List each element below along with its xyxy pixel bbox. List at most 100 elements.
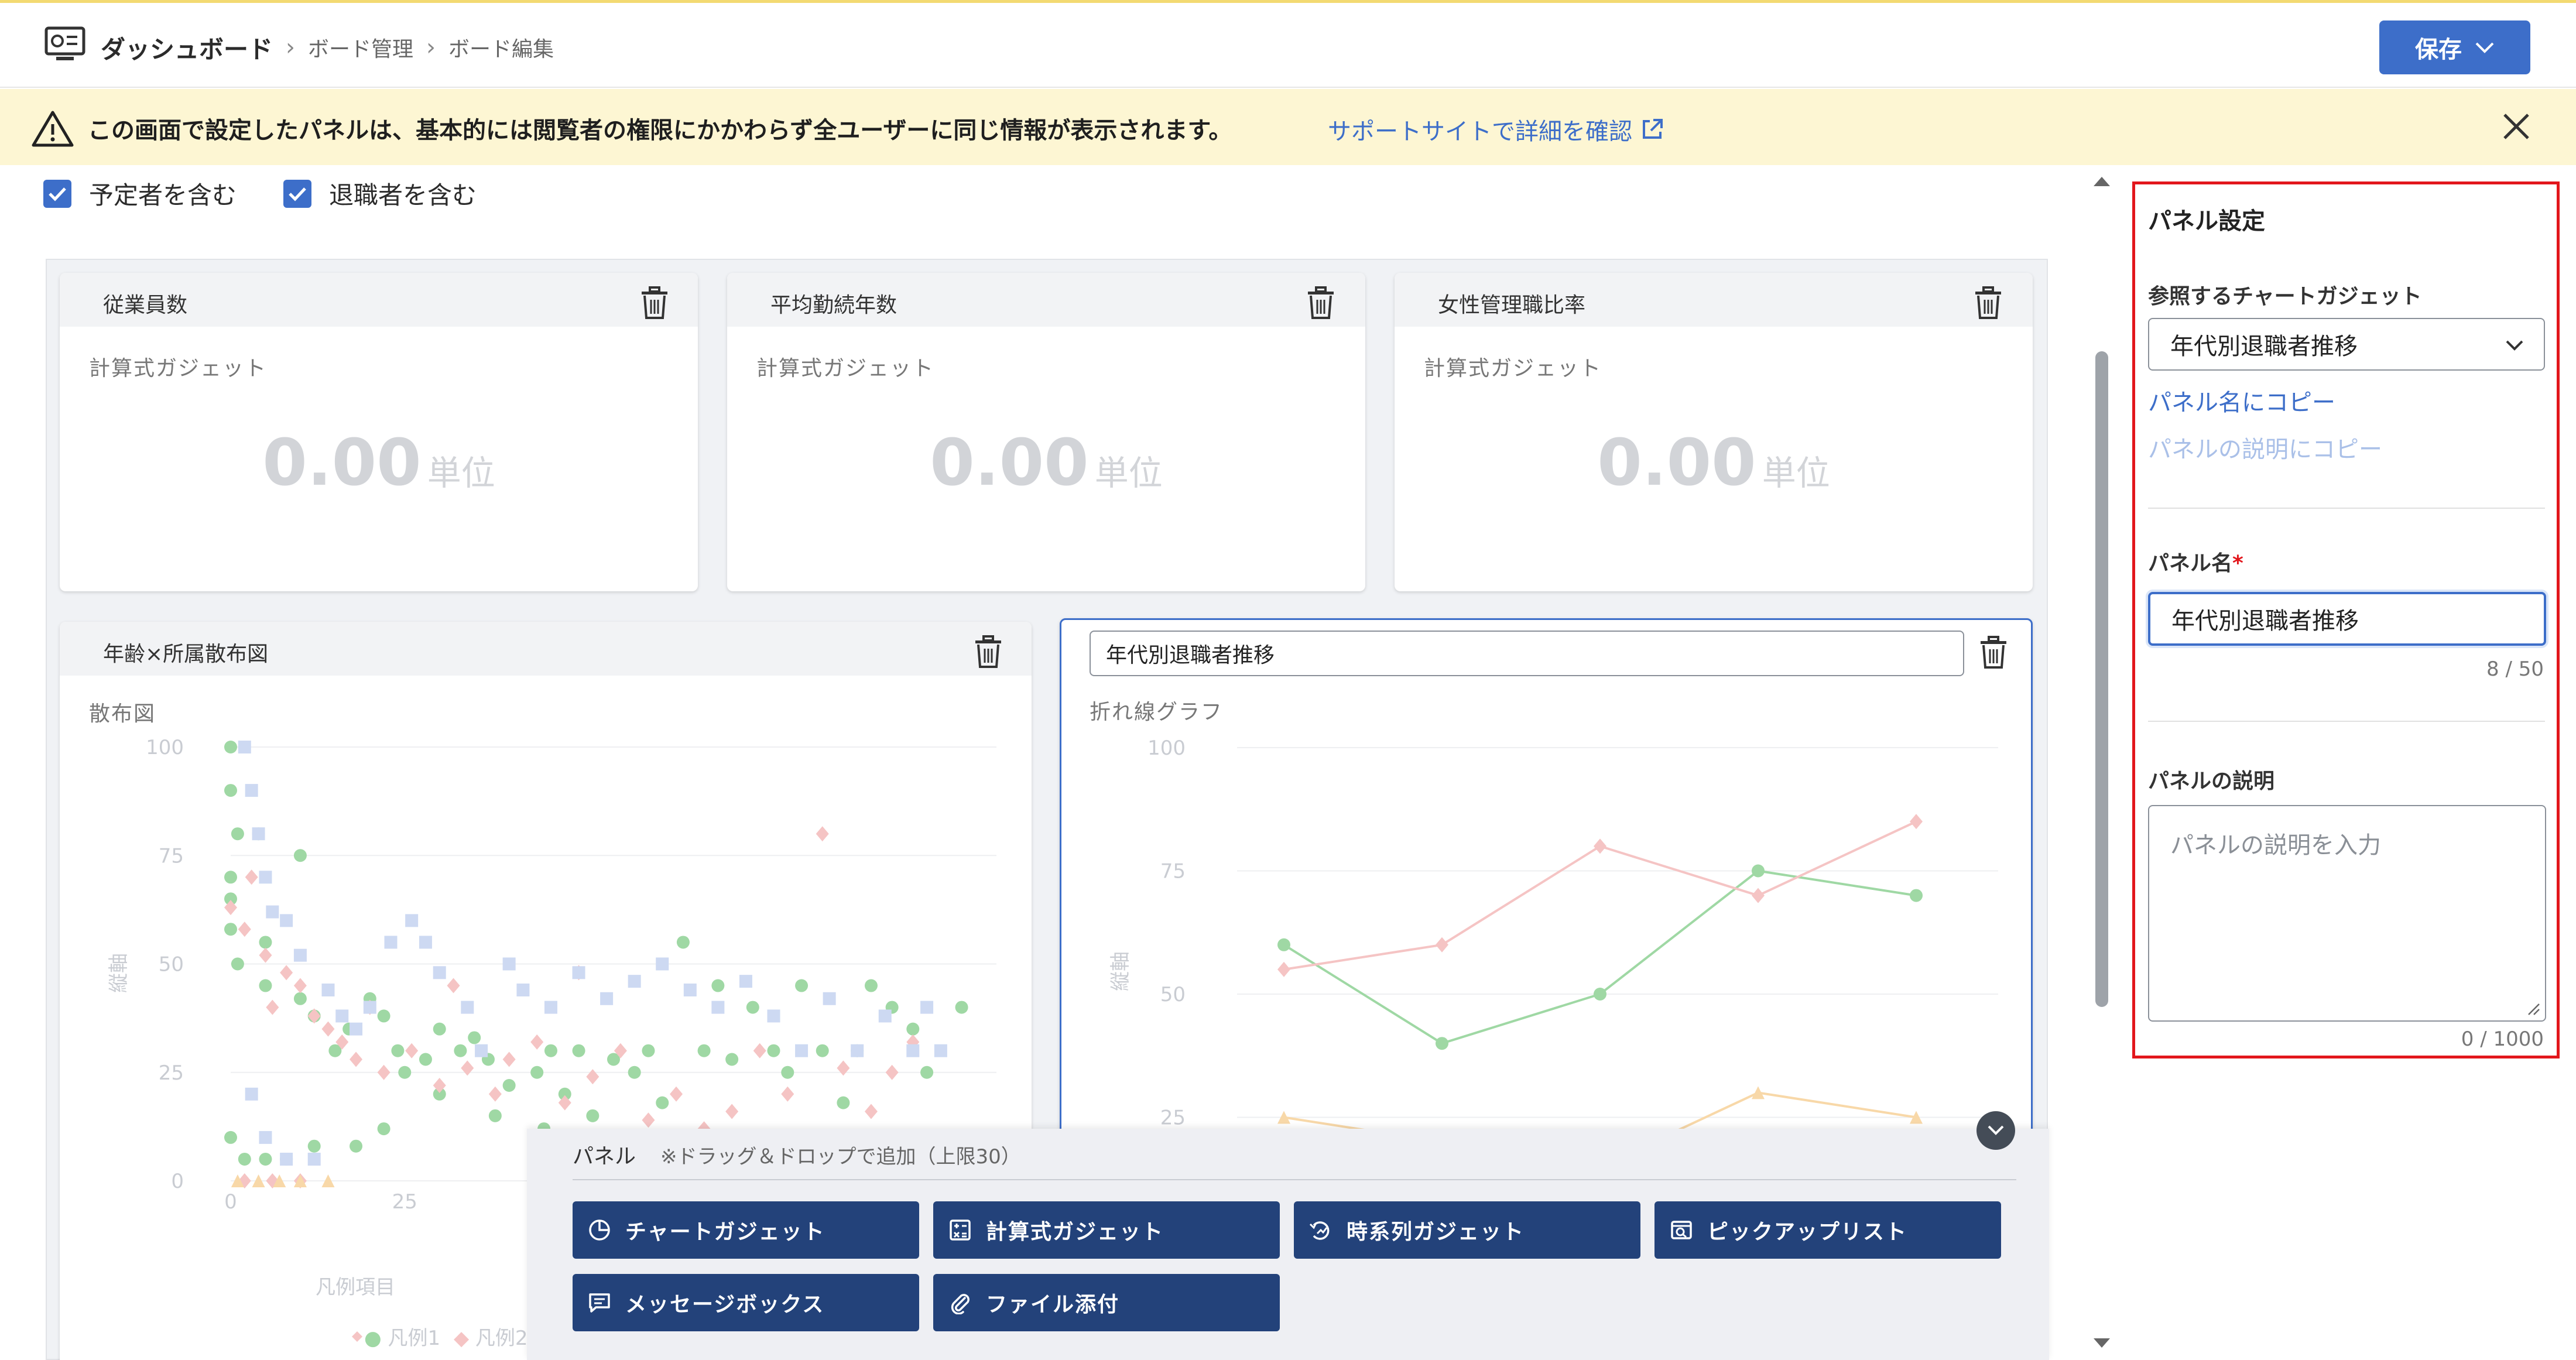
palette-divider [573,1179,2016,1180]
trash-icon[interactable] [1306,286,1336,320]
include-planned-label: 予定者を含む [89,181,237,210]
scatter-point [321,1021,335,1037]
trash-icon[interactable] [1973,286,2003,320]
scatter-point [350,1051,363,1067]
calculation-gadget-button[interactable]: 計算式ガジェット [933,1201,1280,1259]
metric-panel[interactable]: 女性管理職比率 計算式ガジェット 0.00 単位 [1395,273,2033,591]
scatter-point [628,1066,641,1079]
scatter-point [259,1152,272,1166]
metric-panel[interactable]: 平均勤続年数 計算式ガジェット 0.00 単位 [727,273,1365,591]
include-retired-checkbox[interactable]: 退職者を含む [283,176,477,211]
scatter-point [725,1104,739,1119]
time-series-gadget-button[interactable]: 時系列ガジェット [1294,1201,1640,1259]
scatter-point [307,1008,321,1024]
chart-gadget-select[interactable]: 年代別退職者推移 [2148,318,2545,371]
scatter-point [642,1044,655,1057]
settings-divider [2148,721,2545,722]
y-tick-label: 0 [171,1170,184,1193]
breadcrumb-dashboard[interactable]: ダッシュボード [101,30,273,66]
scatter-point [280,1152,293,1166]
scatter-point [781,1086,794,1102]
file-attachment-button[interactable]: ファイル添付 [933,1274,1280,1331]
collapse-palette-button[interactable] [1976,1111,2015,1150]
breadcrumb-board-management[interactable]: ボード管理 [308,32,413,63]
legend-item: 凡例1 [388,1327,441,1350]
scatter-point [906,1022,920,1036]
scatter-point [816,1044,829,1057]
message-box-button[interactable]: メッセージボックス [573,1274,919,1331]
pickup-list-button[interactable]: ピックアップリスト [1654,1201,2001,1259]
message-box-label: メッセージボックス [625,1293,825,1317]
scatter-point [711,979,725,992]
board-scrollbar[interactable] [2090,170,2113,1360]
include-planned-checkbox[interactable]: 予定者を含む [43,176,237,211]
y-axis-label: 縦軸 [107,953,131,993]
scatter-point [746,1001,759,1014]
metric-panel[interactable]: 従業員数 計算式ガジェット 0.00 単位 [60,273,698,591]
scatter-legend: ● 凡例1 ◆ 凡例2 [364,1322,528,1351]
scroll-up-arrow-icon[interactable] [2090,172,2113,190]
metric-unit: 単位 [1094,453,1163,493]
metric-display: 0.00 単位 [1395,425,2033,500]
banner-message: この画面で設定したパネルは、基本的には閲覧者の権限にかかわらず全ユーザーに同じ情… [88,117,1232,144]
resize-handle-icon[interactable] [2525,1001,2540,1016]
checkbox-checked-icon [283,179,312,208]
scatter-point [488,1109,502,1122]
scatter-point [934,1044,947,1057]
save-button[interactable]: 保存 [2379,20,2530,74]
copy-to-panel-description-link[interactable]: パネルの説明にコピー [2148,430,2382,464]
chevron-down-icon [1988,1125,2004,1135]
close-icon[interactable] [2500,110,2533,143]
panel-description-placeholder: パネルの説明を入力 [2170,832,2381,859]
scatter-point [307,1152,321,1166]
line-point [1277,938,1290,951]
scatter-point [502,957,516,971]
pickup-list-label: ピックアップリスト [1707,1220,1908,1244]
scatter-point [231,957,244,971]
scatter-point [321,983,335,996]
scatter-point [670,1086,683,1102]
scatter-point [823,992,836,1005]
required-mark: * [2232,551,2243,575]
panel-title: 従業員数 [103,293,188,317]
support-site-link[interactable]: サポートサイトで詳細を確認 [1328,112,1664,146]
scatter-point [530,1034,544,1050]
scatter-point [266,905,279,919]
scatter-point [224,923,237,936]
scatter-point [363,1001,376,1014]
legend-diamond-icon: ◆ [453,1327,470,1350]
legend-item: 凡例2 [475,1327,528,1350]
chart-gadget-button[interactable]: チャートガジェット [573,1201,919,1259]
scatter-point [238,1152,251,1166]
line-point [1436,937,1448,953]
chevron-right-icon: › [286,34,296,61]
scatter-point [433,1022,446,1036]
copy-to-panel-name-link[interactable]: パネル名にコピー [2148,383,2335,417]
scroll-down-arrow-icon[interactable] [2090,1335,2113,1352]
scatter-point [502,1051,516,1067]
scatter-point [683,983,697,996]
scatter-point [697,1044,711,1057]
scroll-thumb[interactable] [2095,351,2108,1007]
panel-name-input[interactable]: 年代別退職者推移 [2148,592,2546,646]
scatter-point [377,1064,390,1080]
scatter-point [544,1044,557,1057]
scatter-point [419,1053,432,1066]
scatter-point [259,1131,272,1144]
scatter-point [572,966,585,979]
scatter-point [259,979,272,992]
scatter-point [405,1043,419,1058]
chevron-right-icon: › [426,34,436,61]
trash-icon[interactable] [639,286,670,320]
scatter-point [516,983,530,996]
scatter-point [544,1001,557,1014]
panel-title: 平均勤続年数 [770,293,898,317]
scatter-point [419,936,432,949]
metric-value: 0.00 [930,425,1089,500]
scatter-point [656,957,669,971]
series-line [1283,869,1917,1045]
y-tick-label: 100 [146,736,184,759]
panel-description-textarea[interactable]: パネルの説明を入力 [2148,805,2546,1022]
scatter-point [391,1044,405,1057]
legend-title: 凡例項目 [316,1276,395,1299]
